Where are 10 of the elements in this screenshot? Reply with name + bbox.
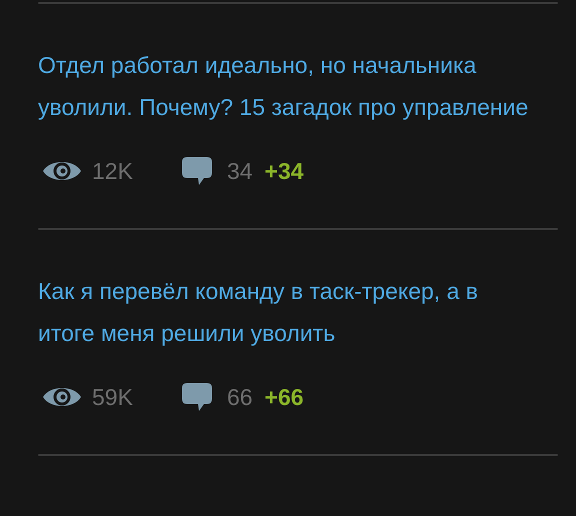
article-title[interactable]: Как я перевёл команду в таск-трекер, а в итоге меня решили уволить (38, 270, 538, 354)
new-comment-count: +66 (264, 384, 304, 410)
new-comment-count: +34 (264, 158, 304, 184)
comment-icon (180, 382, 213, 412)
view-count: 59K (92, 384, 133, 410)
comment-icon (180, 156, 213, 186)
article-title[interactable]: Отдел работал идеально, но начальника уволили. Почему? 15 загадок про управление (38, 44, 538, 128)
comment-count: 34 (226, 158, 253, 184)
view-count: 12K (92, 158, 133, 184)
comment-count: 66 (226, 384, 253, 410)
